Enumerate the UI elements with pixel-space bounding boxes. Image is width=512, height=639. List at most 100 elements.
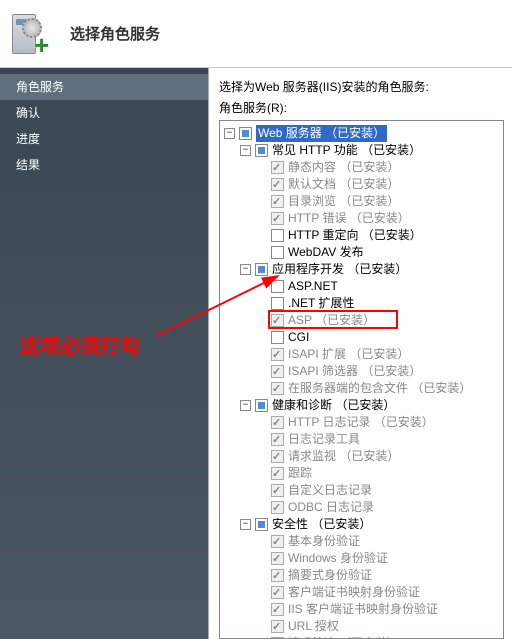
tree-node-label: CGI: [288, 329, 309, 346]
checkbox[interactable]: [255, 518, 268, 531]
expander-icon[interactable]: −: [240, 519, 251, 530]
expander-icon[interactable]: −: [224, 128, 235, 139]
content-pane: 选择为Web 服务器(IIS)安装的角色服务: 角色服务(R): −Web 服务…: [208, 68, 512, 639]
tree-node-label: 应用程序开发 （已安装）: [272, 261, 407, 278]
role-services-tree[interactable]: −Web 服务器 （已安装）−常见 HTTP 功能 （已安装）静态内容 （已安装…: [219, 120, 504, 639]
tree-row[interactable]: 客户端证书映射身份验证: [224, 584, 499, 601]
tree-row[interactable]: 默认文档 （已安装）: [224, 176, 499, 193]
tree-row[interactable]: HTTP 重定向 （已安装）: [224, 227, 499, 244]
tree-node-label: IIS 客户端证书映射身份验证: [288, 601, 438, 618]
tree-node-label: 请求筛选 （已安装）: [288, 635, 399, 639]
tree-row[interactable]: IIS 客户端证书映射身份验证: [224, 601, 499, 618]
expander-icon[interactable]: −: [240, 145, 251, 156]
tree-node-label: ISAPI 扩展 （已安装）: [288, 346, 409, 363]
tree-row[interactable]: − Web 服务器 （已安装）: [224, 125, 499, 142]
tree-row[interactable]: ASP （已安装）: [224, 312, 499, 329]
tree-node-label: HTTP 重定向 （已安装）: [288, 227, 422, 244]
checkbox: [271, 433, 284, 446]
tree-node-label: 日志记录工具: [288, 431, 360, 448]
expander-icon[interactable]: −: [240, 264, 251, 275]
wizard-header: + 选择角色服务: [0, 0, 512, 68]
tree-node-label: ASP.NET: [288, 278, 338, 295]
checkbox: [271, 603, 284, 616]
sidebar-item-2[interactable]: 进度: [0, 126, 208, 152]
tree-row[interactable]: WebDAV 发布: [224, 244, 499, 261]
tree-row[interactable]: URL 授权: [224, 618, 499, 635]
checkbox[interactable]: [271, 229, 284, 242]
checkbox: [271, 195, 284, 208]
tree-node-label: 自定义日志记录: [288, 482, 372, 499]
tree-node-label: 健康和诊断 （已安装）: [272, 397, 395, 414]
checkbox[interactable]: [271, 297, 284, 310]
checkbox: [271, 382, 284, 395]
checkbox[interactable]: [255, 144, 268, 157]
tree-row[interactable]: 自定义日志记录: [224, 482, 499, 499]
checkbox: [271, 161, 284, 174]
checkbox[interactable]: [255, 399, 268, 412]
tree-node-label: 摘要式身份验证: [288, 567, 372, 584]
tree-row[interactable]: ISAPI 筛选器 （已安装）: [224, 363, 499, 380]
tree-row[interactable]: ODBC 日志记录: [224, 499, 499, 516]
checkbox: [271, 212, 284, 225]
annotation-text: 这项必须打勾: [20, 330, 140, 359]
tree-row[interactable]: .NET 扩展性: [224, 295, 499, 312]
checkbox: [271, 552, 284, 565]
checkbox: [271, 365, 284, 378]
tree-row[interactable]: CGI: [224, 329, 499, 346]
tree-label: 角色服务(R):: [219, 99, 504, 116]
tree-row[interactable]: Windows 身份验证: [224, 550, 499, 567]
tree-row[interactable]: 跟踪: [224, 465, 499, 482]
checkbox[interactable]: [239, 127, 252, 140]
checkbox: [271, 535, 284, 548]
tree-node-label: 在服务器端的包含文件 （已安装）: [288, 380, 471, 397]
tree-node-label: Web 服务器 （已安装）: [256, 125, 387, 142]
tree-row[interactable]: 目录浏览 （已安装）: [224, 193, 499, 210]
tree-row[interactable]: 日志记录工具: [224, 431, 499, 448]
tree-row[interactable]: − 健康和诊断 （已安装）: [224, 397, 499, 414]
checkbox: [271, 586, 284, 599]
checkbox: [271, 450, 284, 463]
instruction-text: 选择为Web 服务器(IIS)安装的角色服务:: [219, 78, 504, 95]
tree-row[interactable]: − 安全性 （已安装）: [224, 516, 499, 533]
tree-node-label: ODBC 日志记录: [288, 499, 374, 516]
tree-row[interactable]: 静态内容 （已安装）: [224, 159, 499, 176]
tree-node-label: 客户端证书映射身份验证: [288, 584, 420, 601]
tree-row[interactable]: ASP.NET: [224, 278, 499, 295]
checkbox[interactable]: [271, 331, 284, 344]
tree-node-label: 基本身份验证: [288, 533, 360, 550]
tree-node-label: URL 授权: [288, 618, 339, 635]
tree-row[interactable]: HTTP 错误 （已安装）: [224, 210, 499, 227]
tree-row[interactable]: 在服务器端的包含文件 （已安装）: [224, 380, 499, 397]
tree-row[interactable]: − 应用程序开发 （已安装）: [224, 261, 499, 278]
tree-node-label: 安全性 （已安装）: [272, 516, 371, 533]
sidebar-item-0[interactable]: 角色服务: [0, 74, 208, 100]
checkbox[interactable]: [271, 246, 284, 259]
tree-node-label: 跟踪: [288, 465, 312, 482]
tree-node-label: Windows 身份验证: [288, 550, 388, 567]
tree-row[interactable]: ISAPI 扩展 （已安装）: [224, 346, 499, 363]
tree-row[interactable]: 基本身份验证: [224, 533, 499, 550]
sidebar-item-1[interactable]: 确认: [0, 100, 208, 126]
tree-node-label: HTTP 错误 （已安装）: [288, 210, 410, 227]
sidebar-item-3[interactable]: 结果: [0, 152, 208, 178]
expander-icon[interactable]: −: [240, 400, 251, 411]
checkbox: [271, 620, 284, 633]
checkbox[interactable]: [255, 263, 268, 276]
tree-row[interactable]: −常见 HTTP 功能 （已安装）: [224, 142, 499, 159]
checkbox: [271, 501, 284, 514]
checkbox: [271, 348, 284, 361]
checkbox: [271, 569, 284, 582]
tree-node-label: 目录浏览 （已安装）: [288, 193, 399, 210]
checkbox[interactable]: [271, 280, 284, 293]
checkbox: [271, 484, 284, 497]
tree-row[interactable]: 请求监视 （已安装）: [224, 448, 499, 465]
tree-node-label: 静态内容 （已安装）: [288, 159, 399, 176]
tree-row[interactable]: 请求筛选 （已安装）: [224, 635, 499, 639]
tree-node-label: 默认文档 （已安装）: [288, 176, 399, 193]
tree-row[interactable]: 摘要式身份验证: [224, 567, 499, 584]
tree-row[interactable]: HTTP 日志记录 （已安装）: [224, 414, 499, 431]
checkbox: [271, 467, 284, 480]
tree-node-label: HTTP 日志记录 （已安装）: [288, 414, 434, 431]
tree-node-label: ASP （已安装）: [288, 312, 375, 329]
checkbox: [271, 416, 284, 429]
